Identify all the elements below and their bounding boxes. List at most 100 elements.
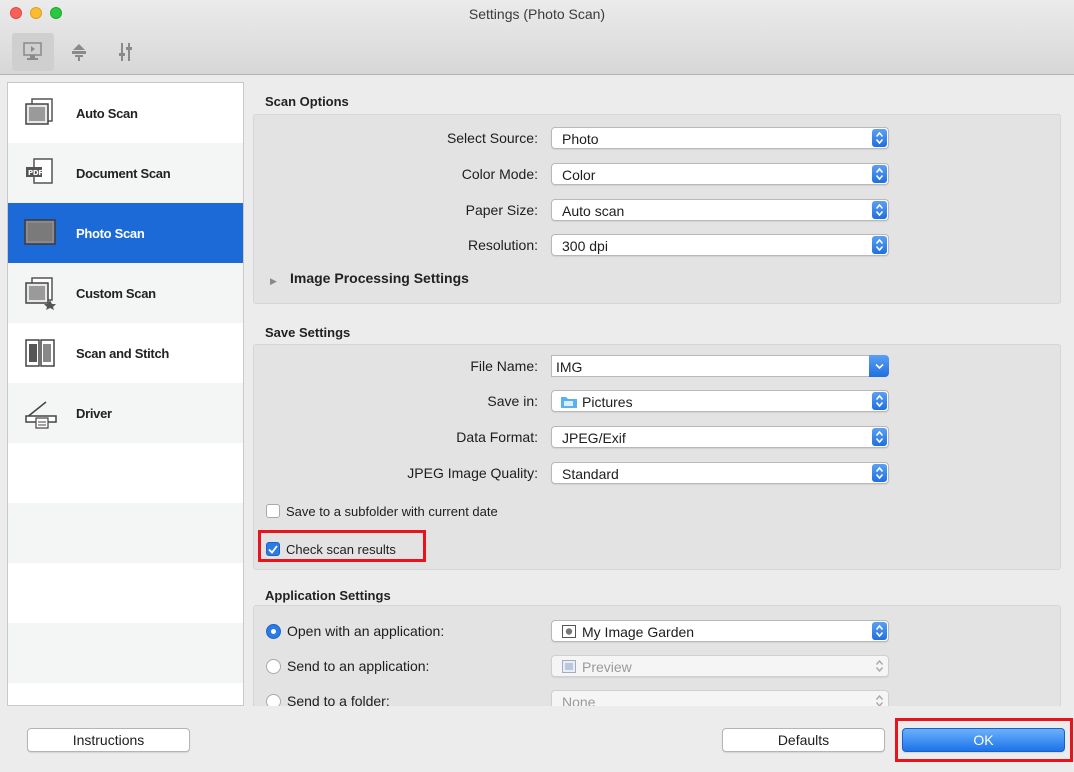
popup-arrows-icon	[872, 392, 887, 410]
driver-icon	[25, 401, 57, 429]
jpeg-quality-value: Standard	[562, 466, 619, 482]
sidebar-item-scan-and-stitch[interactable]: Scan and Stitch	[8, 323, 243, 383]
sidebar-item-auto-scan[interactable]: Auto Scan	[8, 83, 243, 143]
sidebar-empty-row	[8, 623, 243, 683]
select-source-popup[interactable]: Photo	[551, 127, 889, 149]
send-to-folder-value: None	[562, 694, 596, 706]
paper-size-label: Paper Size:	[465, 202, 538, 218]
svg-text:PDF: PDF	[28, 169, 43, 177]
application-settings-title: Application Settings	[265, 588, 391, 603]
save-settings-title: Save Settings	[265, 325, 351, 340]
resolution-popup[interactable]: 300 dpi	[551, 234, 889, 256]
save-in-popup[interactable]: Pictures	[551, 390, 889, 412]
color-mode-value: Color	[562, 167, 596, 183]
data-format-value: JPEG/Exif	[562, 430, 626, 446]
sidebar-item-label: Scan and Stitch	[76, 345, 170, 361]
toolbar-general-settings-tab[interactable]	[104, 33, 146, 71]
image-processing-settings-toggle[interactable]: Image Processing Settings	[290, 270, 469, 286]
sidebar-item-document-scan[interactable]: PDF Document Scan	[8, 143, 243, 203]
paper-size-popup[interactable]: Auto scan	[551, 199, 889, 221]
my-image-garden-icon	[562, 625, 576, 638]
toolbar-scan-from-computer-tab[interactable]	[12, 33, 54, 71]
paper-size-row: Paper Size: Auto scan	[254, 199, 1060, 223]
ok-button-highlight	[895, 718, 1073, 762]
popup-arrows-icon	[872, 464, 887, 482]
sidebar-empty-row	[8, 503, 243, 563]
sidebar-item-label: Driver	[76, 405, 112, 421]
sidebar-item-driver[interactable]: Driver	[8, 383, 243, 443]
popup-arrows-icon	[872, 622, 887, 640]
select-source-label: Select Source:	[446, 130, 538, 146]
file-name-row: File Name: IMG	[254, 355, 1060, 379]
sidebar-empty-row	[8, 683, 243, 705]
file-name-input[interactable]: IMG	[551, 355, 869, 377]
application-settings-group: Open with an application: My Image Garde…	[253, 605, 1061, 706]
data-format-row: Data Format: JPEG/Exif	[254, 426, 1060, 450]
general-settings-icon	[119, 43, 132, 61]
open-with-application-option[interactable]: Open with an application:	[266, 620, 444, 642]
color-mode-label: Color Mode:	[461, 166, 538, 182]
popup-arrows-icon	[872, 129, 887, 147]
file-name-dropdown-button[interactable]	[869, 355, 889, 377]
resolution-label: Resolution:	[467, 237, 538, 253]
send-to-application-option[interactable]: Send to an application:	[266, 655, 429, 677]
send-to-application-radio[interactable]	[266, 658, 281, 674]
save-in-label: Save in:	[487, 393, 538, 409]
open-with-application-label: Open with an application:	[287, 623, 445, 639]
scan-options-title: Scan Options	[265, 94, 349, 109]
subfolder-checkbox[interactable]	[266, 504, 280, 518]
select-source-value: Photo	[562, 131, 599, 147]
resolution-value: 300 dpi	[562, 238, 608, 254]
defaults-button[interactable]: Defaults	[722, 728, 885, 752]
save-in-value: Pictures	[582, 394, 633, 410]
paper-size-value: Auto scan	[562, 203, 625, 219]
open-with-application-value: My Image Garden	[582, 624, 695, 640]
send-to-folder-option[interactable]: Send to a folder:	[266, 690, 390, 706]
resolution-row: Resolution: 300 dpi	[254, 234, 1060, 258]
send-to-application-value: Preview	[582, 659, 632, 675]
sidebar-empty-row	[8, 443, 243, 503]
open-with-application-radio[interactable]	[266, 623, 281, 639]
popup-arrows-icon	[872, 236, 887, 254]
popup-arrows-icon	[872, 692, 887, 706]
jpeg-quality-row: JPEG Image Quality: Standard	[254, 462, 1060, 486]
popup-arrows-icon	[872, 657, 887, 675]
select-source-row: Select Source: Photo	[254, 127, 1060, 151]
sidebar-item-label: Photo Scan	[76, 225, 145, 241]
subfolder-checkbox-row[interactable]: Save to a subfolder with current date	[266, 501, 498, 521]
file-name-label: File Name:	[470, 358, 538, 374]
photo-scan-icon	[24, 219, 56, 245]
scan-type-sidebar: Auto Scan PDF Document Scan Photo Scan C…	[7, 82, 244, 706]
auto-scan-icon	[25, 98, 53, 125]
sidebar-item-label: Custom Scan	[76, 285, 156, 301]
send-to-folder-popup: None	[551, 690, 889, 706]
popup-arrows-icon	[872, 201, 887, 219]
preview-app-icon	[562, 660, 576, 673]
scan-options-group: Select Source: Photo Color Mode: Color P…	[253, 114, 1061, 304]
jpeg-quality-popup[interactable]: Standard	[551, 462, 889, 484]
disclosure-triangle-icon[interactable]: ▶	[270, 276, 277, 287]
settings-panel: Scan Options Select Source: Photo Color …	[253, 82, 1067, 706]
folder-icon	[561, 397, 577, 408]
toolbar-scan-from-panel-tab[interactable]	[58, 33, 100, 71]
subfolder-checkbox-label: Save to a subfolder with current date	[286, 503, 498, 519]
check-scan-results-highlight	[258, 530, 426, 562]
open-with-application-popup[interactable]: My Image Garden	[551, 620, 889, 642]
document-scan-icon: PDF	[26, 158, 53, 184]
sidebar-item-label: Auto Scan	[76, 105, 138, 121]
popup-arrows-icon	[872, 165, 887, 183]
sidebar-item-custom-scan[interactable]: Custom Scan	[8, 263, 243, 323]
sidebar-item-photo-scan[interactable]: Photo Scan	[8, 203, 243, 263]
color-mode-popup[interactable]: Color	[551, 163, 889, 185]
scan-and-stitch-icon	[25, 339, 55, 367]
custom-scan-icon	[25, 277, 56, 310]
send-to-application-popup: Preview	[551, 655, 889, 677]
window-title: Settings (Photo Scan)	[468, 6, 606, 22]
scan-from-panel-icon	[72, 44, 86, 61]
chevron-down-icon	[874, 363, 884, 369]
send-to-folder-label: Send to a folder:	[287, 693, 390, 706]
send-to-folder-radio[interactable]	[266, 693, 281, 706]
data-format-popup[interactable]: JPEG/Exif	[551, 426, 889, 448]
title-bar: Settings (Photo Scan)	[0, 0, 1074, 75]
instructions-button[interactable]: Instructions	[27, 728, 190, 752]
